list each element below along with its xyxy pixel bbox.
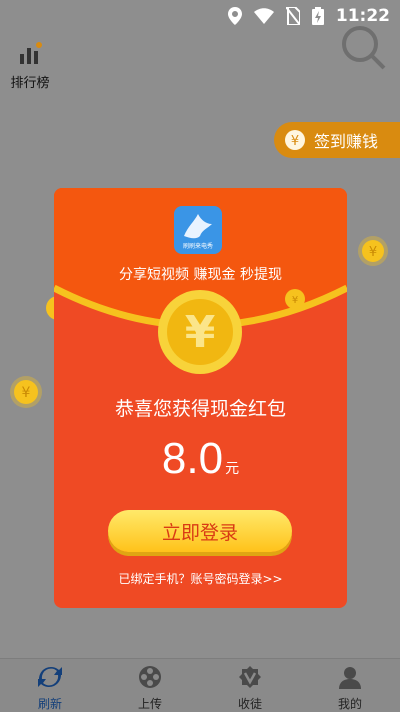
nav-upload[interactable]: 上传: [100, 659, 200, 712]
nav-mine-label: 我的: [337, 697, 362, 711]
slogan: 分享短视频 赚现金 秒提现: [119, 267, 282, 283]
film-reel-icon: [139, 666, 161, 688]
svg-text:¥: ¥: [292, 295, 298, 306]
rank-label: 排行榜: [10, 76, 50, 91]
svg-text:¥: ¥: [22, 385, 31, 401]
user-icon: [339, 667, 361, 689]
search-icon: [342, 26, 386, 70]
login-now-button[interactable]: 立即登录: [108, 510, 292, 552]
password-login-link[interactable]: 已绑定手机？账号密码登录>>: [54, 570, 347, 587]
coin-icon: ¥: [285, 289, 305, 309]
yen-coin-icon: ¥: [158, 290, 242, 374]
nav-upload-label: 上传: [137, 697, 162, 711]
status-time: 11:22: [335, 6, 390, 26]
sign-in-label: 签到赚钱: [314, 132, 379, 151]
nav-apprentice-label: 收徒: [237, 697, 262, 711]
congrats-text: 恭喜您获得现金红包: [114, 398, 286, 420]
yen-coin-icon: ¥: [285, 130, 305, 150]
amount-unit: 元: [225, 461, 240, 477]
svg-text:¥: ¥: [369, 245, 377, 260]
nav-refresh-label: 刷新: [37, 697, 62, 711]
battery-icon: [311, 7, 324, 25]
bottom-nav: 刷新 上传 收徒 我的: [0, 658, 400, 712]
reward-amount: 8.0 元: [54, 434, 347, 484]
sign-in-button[interactable]: ¥ 签到赚钱: [274, 122, 400, 158]
no-sim-icon: [285, 7, 300, 25]
nav-refresh[interactable]: 刷新: [0, 659, 100, 712]
amount-value: 8.0: [161, 434, 224, 483]
bar-chart-icon: [20, 42, 42, 64]
wifi-icon: [253, 8, 274, 24]
svg-text:¥: ¥: [291, 134, 299, 149]
status-icons: 11:22: [227, 6, 390, 26]
app-icon-text: 刷刷来电秀: [182, 243, 213, 250]
app-icon: 刷刷来电秀: [174, 206, 222, 254]
coin-icon: ¥: [358, 236, 388, 266]
nav-apprentice[interactable]: 收徒: [200, 659, 300, 712]
location-icon: [227, 7, 242, 25]
badge-v-icon: [239, 666, 261, 688]
red-packet-modal: 刷刷来电秀 分享短视频 赚现金 秒提现 ¥ ¥ 恭喜您获得现金红包 8.0 元 立…: [54, 188, 347, 608]
refresh-icon: [38, 666, 62, 688]
rank-button[interactable]: 排行榜: [8, 42, 52, 91]
search-button[interactable]: [340, 24, 388, 76]
svg-text:¥: ¥: [185, 307, 216, 358]
top-bar: 排行榜: [0, 26, 400, 91]
nav-mine[interactable]: 我的: [300, 659, 400, 712]
coin-icon: ¥: [10, 376, 42, 408]
